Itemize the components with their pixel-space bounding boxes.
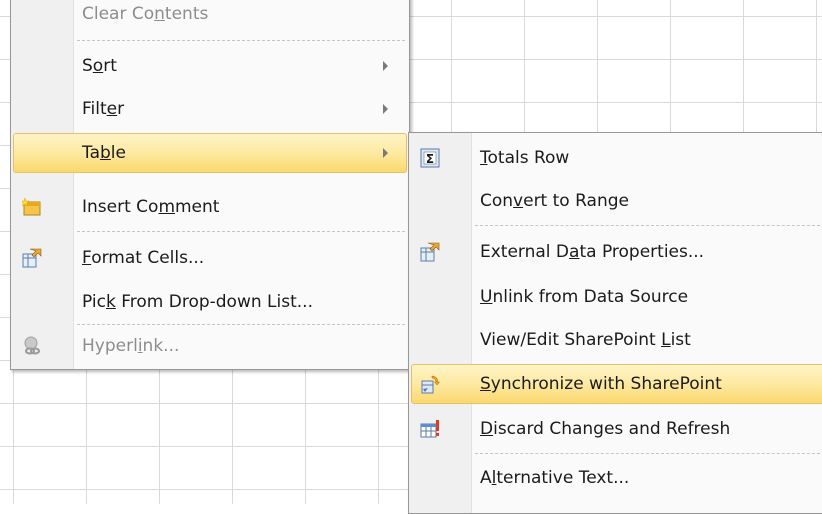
- menu-item-label: View/Edit SharePoint List: [480, 330, 691, 350]
- menu-item-pick-from-list[interactable]: Pick From Drop-down List...: [13, 283, 407, 321]
- menu-item-label: Insert Comment: [82, 197, 220, 217]
- menu-item-label: Clear Contents: [82, 4, 209, 24]
- menu-item-label: Totals Row: [480, 148, 570, 168]
- menu-item-label: Table: [82, 143, 126, 163]
- hyperlink-icon: [22, 336, 42, 356]
- menu-item-label: Discard Changes and Refresh: [480, 419, 731, 439]
- menu-separator: [475, 225, 822, 226]
- menu-item-label: Unlink from Data Source: [480, 287, 689, 307]
- context-menu: Clear Contents Sort Filter Table Insert: [10, 0, 410, 370]
- menu-item-totals-row[interactable]: Σ Totals Row: [411, 139, 822, 177]
- menu-item-hyperlink: Hyperlink...: [13, 327, 407, 365]
- menu-item-label: Hyperlink...: [82, 336, 180, 356]
- menu-item-filter[interactable]: Filter: [13, 90, 407, 128]
- menu-item-table[interactable]: Table: [13, 133, 407, 173]
- sync-icon: [420, 374, 441, 394]
- comment-icon: [20, 197, 42, 217]
- menu-item-label: Filter: [82, 99, 125, 119]
- menu-item-alternative-text[interactable]: Alternative Text...: [411, 459, 822, 497]
- properties-icon: [420, 242, 440, 262]
- sigma-icon: Σ: [420, 148, 440, 168]
- menu-item-synchronize-sharepoint[interactable]: Synchronize with SharePoint: [411, 364, 822, 404]
- menu-separator: [77, 324, 405, 325]
- menu-separator: [77, 231, 405, 232]
- menu-item-external-data-properties[interactable]: External Data Properties...: [411, 233, 822, 271]
- submenu-arrow-icon: [383, 104, 388, 114]
- menu-item-label: External Data Properties...: [480, 242, 705, 262]
- submenu-arrow-icon: [383, 148, 388, 158]
- menu-separator: [475, 453, 822, 454]
- menu-item-view-edit-sharepoint-list[interactable]: View/Edit SharePoint List: [411, 321, 822, 359]
- table-submenu: Σ Totals Row Convert to Range External D…: [408, 132, 822, 514]
- menu-item-label: Synchronize with SharePoint: [480, 374, 722, 394]
- discard-refresh-icon: [420, 419, 440, 439]
- svg-text:Σ: Σ: [426, 152, 434, 166]
- menu-item-label: Pick From Drop-down List...: [82, 292, 313, 312]
- menu-item-label: Convert to Range: [480, 191, 629, 211]
- menu-separator: [77, 40, 405, 41]
- menu-item-label: Format Cells...: [82, 248, 205, 268]
- menu-item-sort[interactable]: Sort: [13, 47, 407, 85]
- menu-item-format-cells[interactable]: Format Cells...: [13, 239, 407, 277]
- menu-item-convert-to-range[interactable]: Convert to Range: [411, 182, 822, 220]
- menu-item-clear-contents: Clear Contents: [13, 0, 407, 33]
- submenu-arrow-icon: [383, 61, 388, 71]
- menu-item-label: Alternative Text...: [480, 468, 630, 488]
- menu-item-insert-comment[interactable]: Insert Comment: [13, 188, 407, 226]
- menu-item-discard-changes-refresh[interactable]: Discard Changes and Refresh: [411, 410, 822, 448]
- format-cells-icon: [22, 248, 42, 268]
- menu-item-unlink-data-source[interactable]: Unlink from Data Source: [411, 278, 822, 316]
- menu-item-label: Sort: [82, 56, 117, 76]
